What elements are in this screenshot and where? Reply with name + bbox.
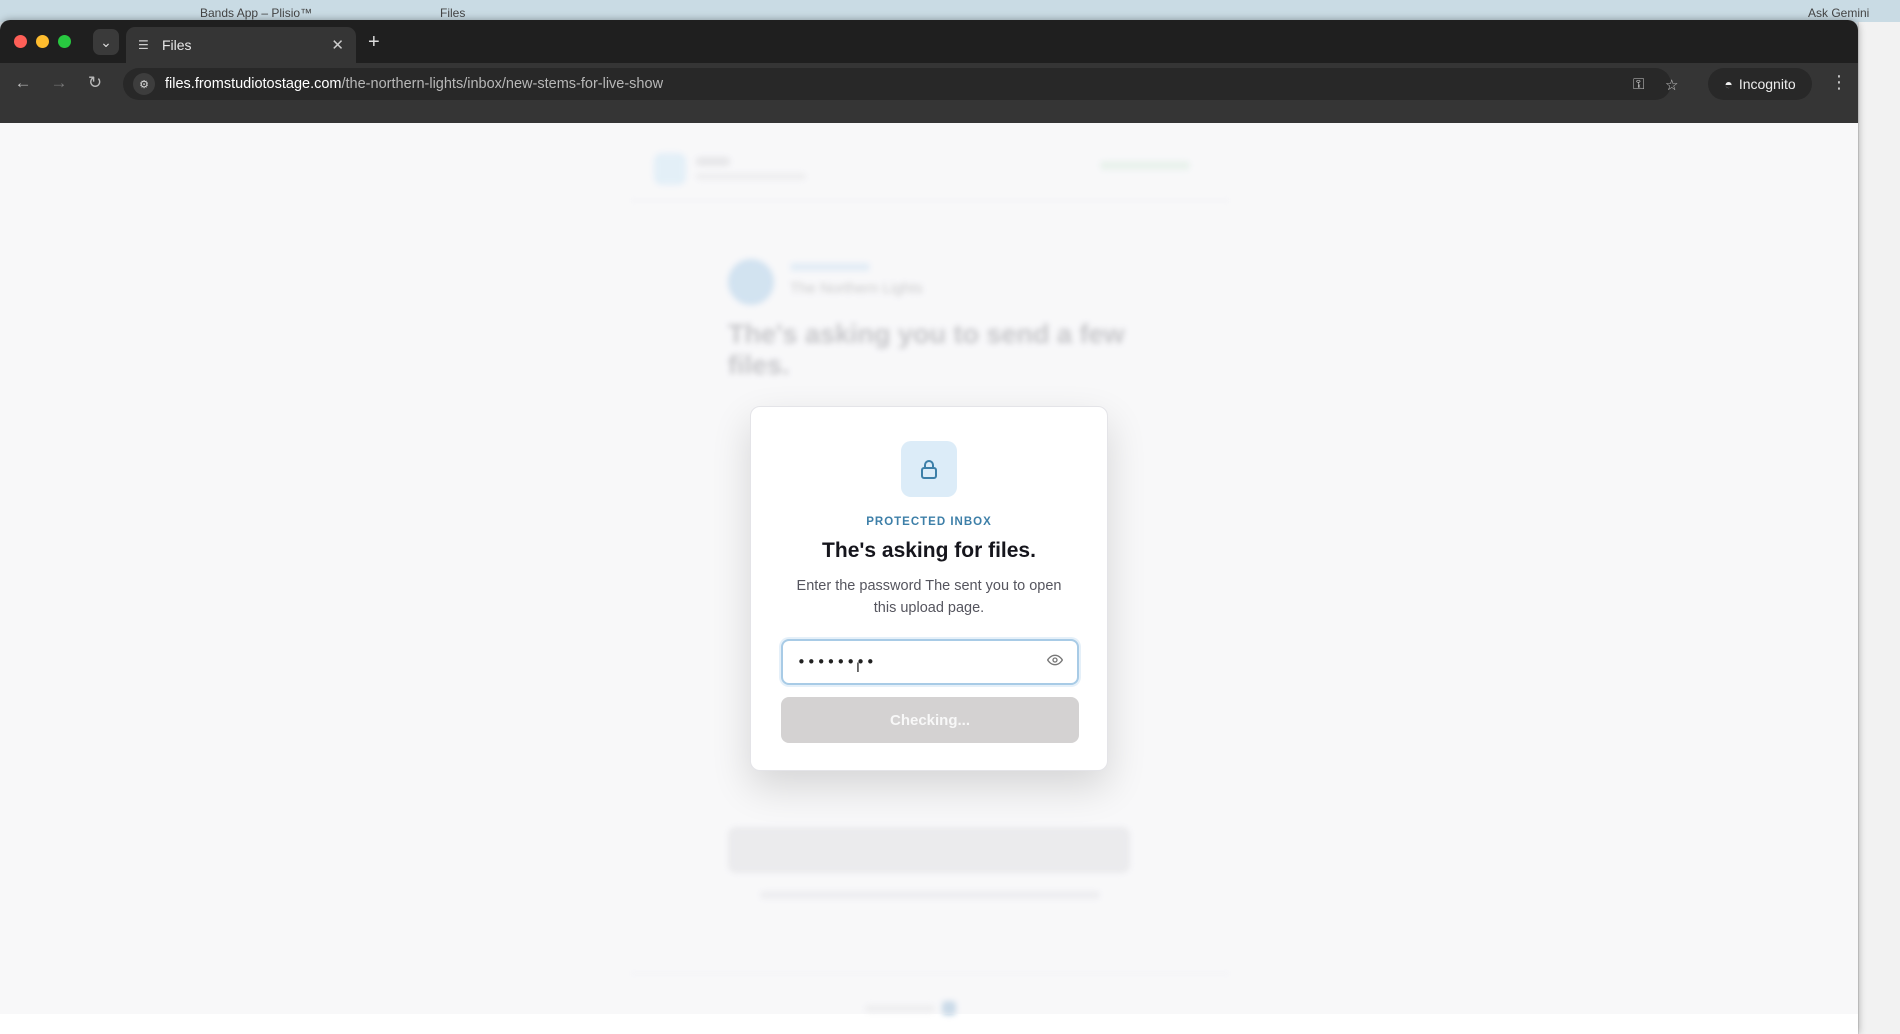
site-settings-icon[interactable]: ⚙ [133, 73, 155, 95]
close-icon[interactable]: ✕ [331, 36, 344, 54]
minimize-window-button[interactable] [36, 35, 49, 48]
incognito-badge[interactable]: ◓ Incognito [1708, 68, 1812, 100]
reload-icon[interactable]: ↻ [84, 73, 106, 93]
maximize-window-button[interactable] [58, 35, 71, 48]
password-input[interactable] [797, 653, 1037, 671]
modal-title: The's asking for files. [822, 539, 1036, 562]
checking-button[interactable]: Checking... [781, 697, 1079, 743]
address-bar[interactable]: ⚙ files.fromstudiotostage.com/the-northe… [123, 68, 1678, 100]
sliders-icon: ☰ [138, 38, 149, 52]
new-tab-button[interactable]: + [368, 31, 380, 54]
url-path: /the-northern-lights/inbox/new-stems-for… [341, 76, 664, 92]
bookmark-star-icon[interactable]: ☆ [1665, 76, 1678, 94]
background-window-edge [1858, 22, 1900, 1034]
password-modal: PROTECTED INBOX The's asking for files. … [750, 406, 1108, 771]
upload-page: The Northern Lights The's asking you to … [0, 123, 1858, 1015]
modal-eyebrow: PROTECTED INBOX [866, 516, 992, 528]
password-field[interactable] [781, 639, 1079, 685]
eye-icon[interactable] [1046, 652, 1064, 673]
browser-toolbar: ← → ↻ ⚙ files.fromstudiotostage.com/the-… [0, 63, 1858, 105]
url-host: files.fromstudiotostage.com [165, 76, 342, 92]
browser-menu-icon[interactable]: ⋮ [1830, 72, 1848, 93]
back-icon[interactable]: ← [12, 73, 34, 93]
tab-title: Files [162, 37, 192, 53]
incognito-icon: ◓ [1724, 76, 1733, 92]
password-key-icon[interactable]: ⚿ [1633, 76, 1644, 93]
tab-files[interactable]: ☰ Files ✕ [126, 27, 356, 63]
close-window-button[interactable] [14, 35, 27, 48]
text-cursor-icon: I [856, 659, 860, 675]
forward-icon[interactable]: → [48, 73, 70, 93]
lock-icon [901, 441, 957, 497]
tab-bar: ⌄ ☰ Files ✕ + [0, 20, 1858, 63]
background-window-tabstrip: Bands App – Plisio™ Files Ask Gemini [0, 0, 1900, 22]
incognito-label: Incognito [1738, 76, 1796, 92]
modal-description: Enter the password The sent you to open … [796, 578, 1062, 616]
chevron-down-icon: ⌄ [100, 33, 112, 50]
tab-search-button[interactable]: ⌄ [93, 29, 119, 55]
